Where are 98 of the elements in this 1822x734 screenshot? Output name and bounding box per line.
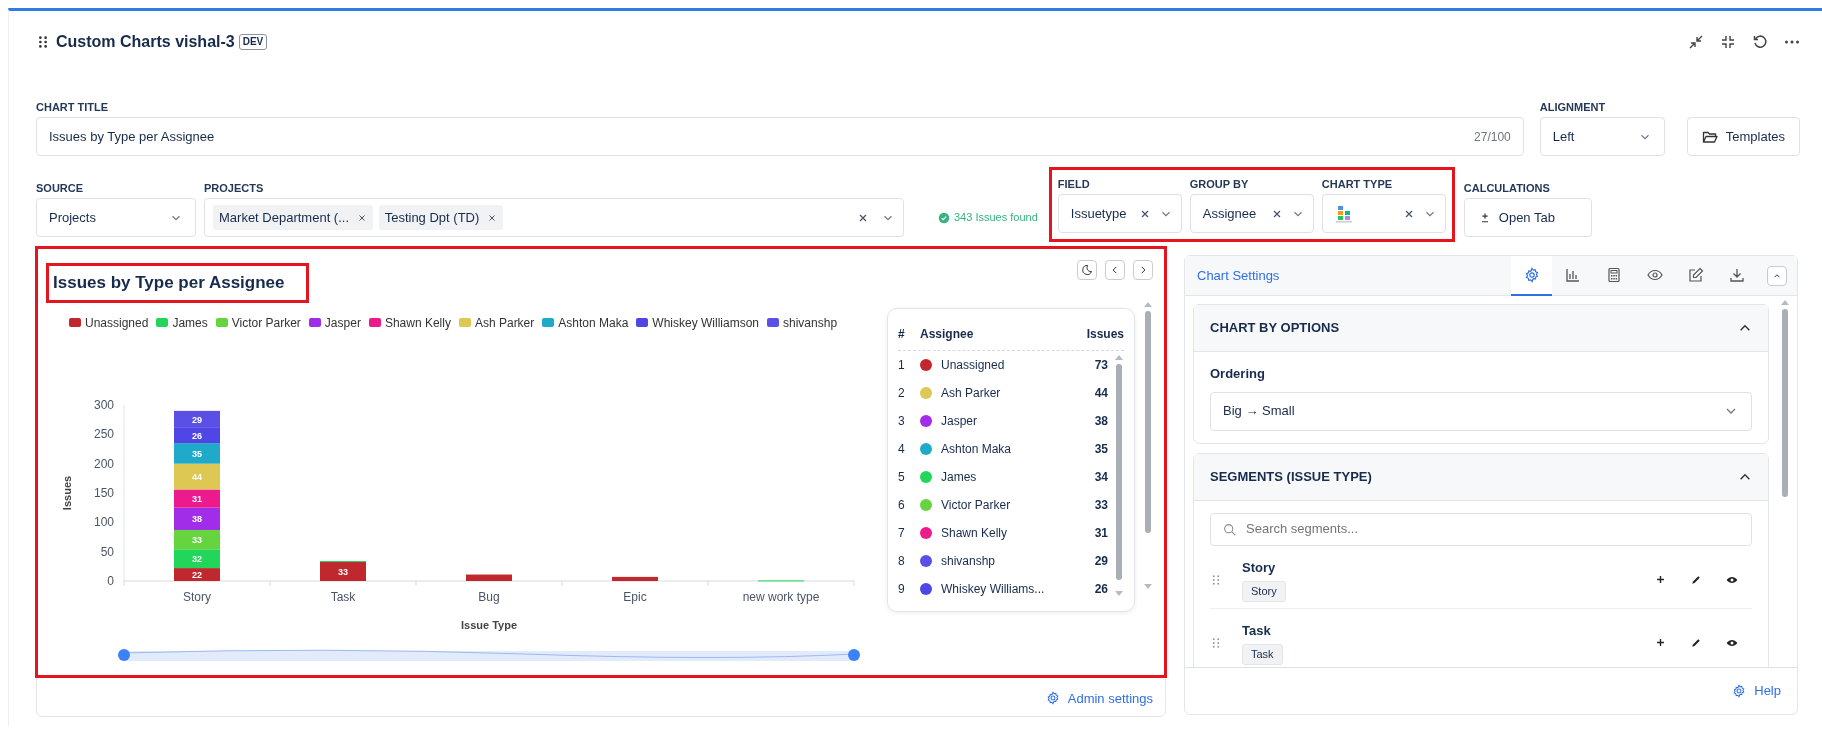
assignee-name[interactable]: James — [941, 468, 1095, 486]
y-tick-label: 50 — [100, 544, 114, 559]
rank-cell-text: 5 — [898, 469, 906, 486]
help-link[interactable]: Help — [1732, 681, 1781, 701]
search-field[interactable]: Search segments... — [1210, 512, 1752, 546]
data-label: 22 — [192, 569, 202, 580]
legend-item[interactable]: Victor Parker — [215, 313, 301, 332]
field-label: ALIGNMENT — [1539, 100, 1607, 113]
projects-select[interactable]: Market Department (... Testing Dpt (TD) — [204, 198, 904, 237]
field-label: Ordering — [1210, 365, 1266, 383]
admin-settings-link[interactable]: Admin settings — [1045, 688, 1153, 708]
segment-name: Story — [1242, 558, 1277, 577]
data-label: 44 — [192, 471, 202, 482]
chart-title: Issues by Type per Assignee — [49, 266, 307, 300]
field-label: SOURCE — [36, 181, 85, 194]
y-tick-label: 150 — [93, 485, 114, 500]
legend-item[interactable]: shivanshp — [767, 313, 838, 332]
rank-cell-text: 3 — [898, 413, 906, 430]
segment-name: Task — [1242, 621, 1272, 640]
segment-tag: Story — [1242, 581, 1286, 602]
environment-badge: DEV — [238, 34, 268, 50]
rank-cell-text: 7 — [898, 525, 906, 542]
group-by-select[interactable]: Assignee — [1189, 194, 1314, 233]
y-axis-title: Issues — [61, 475, 73, 510]
data-label: 38 — [192, 513, 202, 524]
legend-item[interactable]: James — [156, 313, 208, 332]
section-header[interactable]: CHART BY OPTIONS — [1194, 305, 1768, 352]
x-axis-title: Issue Type — [461, 618, 517, 631]
data-label: 31 — [192, 493, 202, 504]
project-tag[interactable]: Testing Dpt (TD) — [378, 204, 503, 231]
segment-tag: Task — [1242, 644, 1283, 665]
issue-count: 34 — [1094, 469, 1108, 486]
legend-item[interactable]: Ash Parker — [458, 313, 535, 332]
assignee-name[interactable]: Victor Parker — [941, 496, 1095, 514]
legend-item[interactable]: Whiskey Williamson — [636, 313, 760, 332]
section-header[interactable]: SEGMENTS (ISSUE TYPE) — [1194, 453, 1768, 501]
assignee-name[interactable]: Jasper — [941, 412, 1095, 430]
issue-count: 26 — [1094, 581, 1108, 598]
issue-count: 38 — [1094, 413, 1108, 430]
rank-cell-text: 8 — [898, 553, 906, 570]
project-tag[interactable]: Market Department (... — [213, 204, 373, 231]
templates-button[interactable]: Templates — [1686, 117, 1800, 156]
assignee-name[interactable]: Ashton Maka — [941, 440, 1095, 458]
field-label: CHART TITLE — [36, 100, 110, 113]
y-tick-label: 0 — [107, 573, 114, 588]
data-label: 26 — [192, 430, 202, 441]
issues-found-count: 343 Issues found — [954, 210, 1038, 226]
legend-item[interactable]: Jasper — [308, 313, 361, 332]
issue-count: 44 — [1094, 385, 1108, 402]
rank-cell-text: 9 — [898, 581, 906, 598]
legend-item[interactable]: Ashton Maka — [542, 313, 629, 332]
assignee-name[interactable]: shivanshp — [941, 552, 1095, 570]
x-tick-label: Story — [183, 589, 211, 604]
chart-title-field[interactable]: Issues by Type per Assignee 27/100 — [36, 117, 1524, 156]
source-select[interactable]: Projects — [36, 198, 196, 237]
field-label: CHART TYPE — [1321, 177, 1394, 190]
x-tick-label: Epic — [623, 589, 647, 604]
rank-cell-text: 4 — [898, 441, 906, 458]
data-label: 29 — [192, 414, 202, 425]
field-label: GROUP BY — [1189, 177, 1250, 190]
rank-cell-text: 6 — [898, 497, 906, 514]
character-counter: 27/100 — [1474, 128, 1511, 146]
field-select[interactable]: Issuetype — [1057, 194, 1182, 233]
y-tick-label: 300 — [93, 397, 114, 412]
data-label: 33 — [192, 534, 202, 545]
issue-count: 73 — [1094, 357, 1108, 374]
column-header: Issues — [1086, 325, 1124, 343]
rank-cell-text: 2 — [898, 385, 906, 402]
x-tick-label: Task — [330, 589, 356, 604]
y-tick-label: 250 — [93, 426, 114, 441]
issue-count: 35 — [1094, 441, 1108, 458]
assignee-name[interactable]: Shawn Kelly — [941, 524, 1095, 542]
data-label: 35 — [192, 448, 202, 459]
field-label: FIELD — [1057, 177, 1091, 190]
assignee-name[interactable]: Whiskey Williams... — [941, 580, 1095, 598]
alignment-select[interactable]: Left — [1539, 117, 1665, 156]
issue-count: 31 — [1094, 525, 1108, 542]
assignee-name[interactable]: Unassigned — [941, 356, 1095, 374]
legend-item[interactable]: Unassigned — [69, 313, 149, 332]
rank-cell-text: 1 — [898, 357, 906, 374]
issue-count: 29 — [1094, 553, 1108, 570]
data-label: 33 — [338, 566, 348, 577]
panel-title: Custom Charts vishal-3 — [56, 32, 235, 52]
ordering-select[interactable]: Big → Small — [1210, 391, 1752, 431]
assignee-name[interactable]: Ash Parker — [941, 384, 1095, 402]
issue-count: 33 — [1094, 497, 1108, 514]
x-tick-label: new work type — [742, 589, 820, 604]
y-tick-label: 100 — [93, 514, 114, 529]
open-tab-button[interactable]: Open Tab — [1463, 198, 1592, 237]
x-tick-label: Bug — [478, 589, 500, 604]
column-header: # — [898, 325, 906, 343]
legend-item[interactable]: Shawn Kelly — [368, 313, 451, 332]
data-label: 32 — [192, 553, 202, 564]
field-label: PROJECTS — [204, 181, 265, 194]
panel-heading: Chart Settings — [1197, 266, 1280, 285]
column-header: Assignee — [920, 325, 975, 343]
y-tick-label: 200 — [93, 456, 114, 471]
field-label: CALCULATIONS — [1463, 181, 1551, 194]
